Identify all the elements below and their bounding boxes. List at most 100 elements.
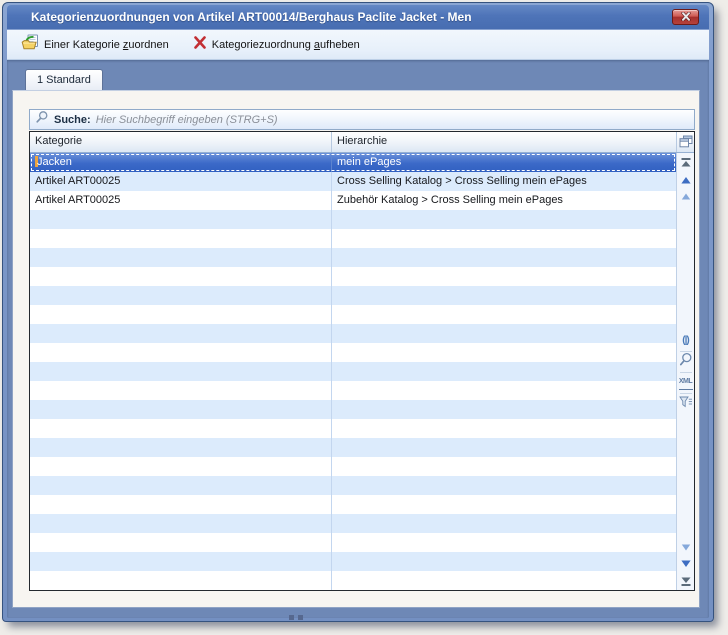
kategorie-cell: Jacken xyxy=(30,153,332,172)
table-row[interactable] xyxy=(30,533,676,552)
kategorie-cell: Artikel ART00025 xyxy=(30,191,332,210)
table-body: Jackenmein ePagesArtikel ART00025Cross S… xyxy=(30,153,694,590)
table-row[interactable] xyxy=(30,343,676,362)
red-x-icon xyxy=(193,36,207,54)
search-icon xyxy=(35,110,49,129)
column-chooser-button[interactable] xyxy=(676,132,694,152)
kategorie-cell xyxy=(30,533,332,552)
hierarchie-cell xyxy=(332,495,676,514)
xml-export-button[interactable]: XML xyxy=(679,376,693,390)
kategorie-cell xyxy=(30,210,332,229)
hierarchie-cell xyxy=(332,438,676,457)
hierarchie-cell xyxy=(332,305,676,324)
table-row[interactable] xyxy=(30,210,676,229)
hierarchie-cell xyxy=(332,267,676,286)
table-row[interactable] xyxy=(30,286,676,305)
zoom-search-button[interactable] xyxy=(679,355,693,369)
kategorie-cell xyxy=(30,400,332,419)
hierarchie-cell xyxy=(332,571,676,590)
hierarchie-cell xyxy=(332,343,676,362)
kategorie-cell xyxy=(30,438,332,457)
tab-strip: 1 Standard xyxy=(12,69,700,90)
rail-tools: (|) XML xyxy=(679,334,693,411)
table-row[interactable] xyxy=(30,514,676,533)
table-row[interactable] xyxy=(30,248,676,267)
search-placeholder: Hier Suchbegriff eingeben (STRG+S) xyxy=(96,114,278,126)
column-chooser-icon xyxy=(679,135,693,151)
kategorie-cell xyxy=(30,495,332,514)
kategorie-cell xyxy=(30,476,332,495)
kategorie-cell xyxy=(30,343,332,362)
scroll-to-top-button[interactable] xyxy=(679,156,693,170)
table-row[interactable] xyxy=(30,419,676,438)
kategorie-cell xyxy=(30,324,332,343)
kategorie-cell xyxy=(30,419,332,438)
filter-funnel-icon xyxy=(679,395,693,413)
table-row[interactable]: Jackenmein ePages xyxy=(30,153,676,172)
resize-grip[interactable] xyxy=(289,615,303,620)
scroll-up-page-button[interactable] xyxy=(679,190,693,204)
table-row[interactable] xyxy=(30,495,676,514)
hierarchie-cell xyxy=(332,324,676,343)
column-header-kategorie[interactable]: Kategorie xyxy=(30,132,332,152)
hierarchie-cell xyxy=(332,381,676,400)
hierarchie-cell: Zubehör Katalog > Cross Selling mein ePa… xyxy=(332,191,676,210)
assign-category-button[interactable]: Einer Kategorie zuordnen xyxy=(17,32,173,57)
hierarchie-cell xyxy=(332,533,676,552)
kategorie-cell: Artikel ART00025 xyxy=(30,172,332,191)
kategorie-cell xyxy=(30,229,332,248)
kategorie-cell xyxy=(30,457,332,476)
dialog-window: Kategorienzuordnungen von Artikel ART000… xyxy=(2,2,714,622)
text-caret xyxy=(35,156,38,167)
table-rows: Jackenmein ePagesArtikel ART00025Cross S… xyxy=(30,153,676,590)
table-row[interactable] xyxy=(30,381,676,400)
scroll-to-bottom-button[interactable] xyxy=(679,574,693,588)
window-title: Kategorienzuordnungen von Artikel ART000… xyxy=(31,10,472,24)
hierarchie-cell: Cross Selling Katalog > Cross Selling me… xyxy=(332,172,676,191)
close-button[interactable] xyxy=(672,9,699,25)
best-fit-button[interactable]: (|) xyxy=(679,334,693,348)
search-box[interactable]: Suche: Hier Suchbegriff eingeben (STRG+S… xyxy=(29,109,695,130)
hierarchie-cell xyxy=(332,400,676,419)
table-row[interactable] xyxy=(30,305,676,324)
search-label: Suche: xyxy=(54,114,91,126)
table-row[interactable] xyxy=(30,438,676,457)
magnifier-icon xyxy=(679,352,693,372)
kategorie-cell xyxy=(30,305,332,324)
hierarchie-cell xyxy=(332,229,676,248)
scroll-down-page-button[interactable] xyxy=(679,540,693,554)
assign-category-label: Einer Kategorie zuordnen xyxy=(44,39,169,51)
assign-category-icon xyxy=(21,34,39,55)
column-header-hierarchie[interactable]: Hierarchie xyxy=(332,132,676,152)
table-row[interactable]: Artikel ART00025Cross Selling Katalog > … xyxy=(30,172,676,191)
kategorie-cell xyxy=(30,248,332,267)
tab-panel: Suche: Hier Suchbegriff eingeben (STRG+S… xyxy=(12,90,700,608)
table-row[interactable] xyxy=(30,267,676,286)
remove-assignment-label: Kategoriezuordnung aufheben xyxy=(212,39,360,51)
scroll-up-button[interactable] xyxy=(679,174,693,188)
table-row[interactable] xyxy=(30,571,676,590)
filter-button[interactable] xyxy=(679,397,693,411)
toolbar: Einer Kategorie zuordnen Kategoriezuordn… xyxy=(7,30,709,60)
table-row[interactable] xyxy=(30,476,676,495)
hierarchie-cell xyxy=(332,286,676,305)
hierarchie-cell xyxy=(332,476,676,495)
hierarchie-cell xyxy=(332,457,676,476)
table-row[interactable] xyxy=(30,552,676,571)
table-row[interactable]: Artikel ART00025Zubehör Katalog > Cross … xyxy=(30,191,676,210)
kategorie-cell xyxy=(30,362,332,381)
hierarchie-cell xyxy=(332,362,676,381)
title-bar[interactable]: Kategorienzuordnungen von Artikel ART000… xyxy=(7,5,709,29)
dialog-content: 1 Standard Suche: Hier Suchbegriff einge… xyxy=(7,60,709,618)
category-table: Kategorie Hierarchie xyxy=(29,131,695,591)
scroll-down-button[interactable] xyxy=(679,556,693,570)
table-row[interactable] xyxy=(30,229,676,248)
tab-standard[interactable]: 1 Standard xyxy=(25,69,103,90)
table-row[interactable] xyxy=(30,400,676,419)
remove-assignment-button[interactable]: Kategoriezuordnung aufheben xyxy=(189,34,364,56)
hierarchie-cell xyxy=(332,248,676,267)
table-row[interactable] xyxy=(30,362,676,381)
table-row[interactable] xyxy=(30,324,676,343)
hierarchie-cell xyxy=(332,514,676,533)
table-row[interactable] xyxy=(30,457,676,476)
